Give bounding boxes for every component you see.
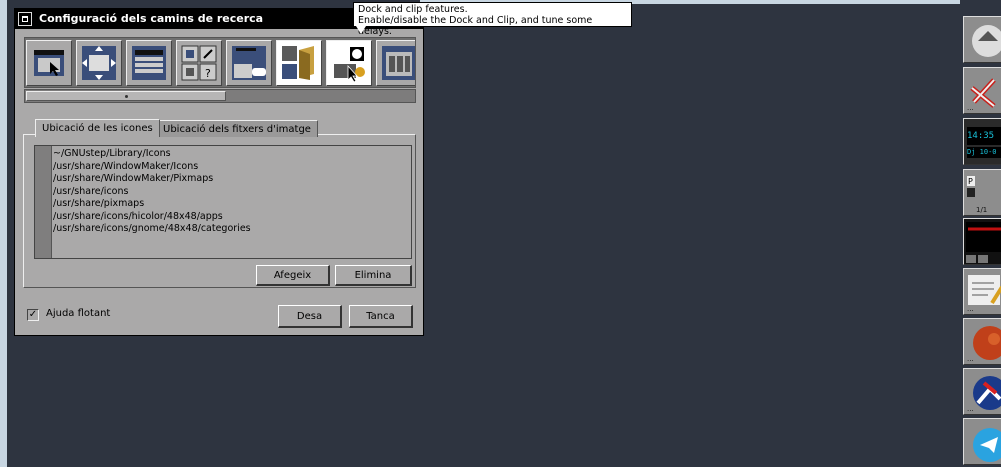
- list-item[interactable]: /usr/share/WindowMaker/Icons: [53, 161, 251, 174]
- editor-dock-icon[interactable]: ...: [963, 268, 1001, 315]
- balloon-help-label: Ajuda flotant: [46, 308, 111, 319]
- clock-date: Dj 10-0: [967, 147, 1001, 158]
- monitor-dock-icon[interactable]: [963, 218, 1001, 265]
- save-button[interactable]: Desa: [278, 305, 342, 328]
- tooltip-line-2: Enable/disable the Dock and Clip, and tu…: [358, 15, 593, 37]
- pager-label: 1/1: [976, 206, 988, 214]
- paths-list[interactable]: ~/GNUstep/Library/Icons /usr/share/Windo…: [34, 145, 412, 259]
- list-item[interactable]: /usr/share/WindowMaker/Pixmaps: [53, 173, 251, 186]
- preferences-window: Configuració dels camins de recerca ? Ub: [14, 8, 424, 336]
- icon-bar-scroller[interactable]: [24, 89, 416, 103]
- dock-app-icon[interactable]: [963, 16, 1001, 63]
- dock-clip-icon[interactable]: [326, 40, 372, 86]
- paths-list-scrollbar[interactable]: [35, 146, 52, 258]
- tooltip-pointer: [356, 26, 366, 34]
- list-item[interactable]: /usr/share/icons/gnome/48x48/categories: [53, 223, 251, 236]
- desktop-edge: [0, 0, 7, 467]
- svg-text:?: ?: [205, 67, 211, 80]
- tooltip-line-1: Dock and clip features.: [358, 4, 468, 15]
- window-title: Configuració dels camins de recerca: [39, 12, 264, 25]
- clock-dock-icon[interactable]: 14:35 Dj 10-0: [963, 118, 1001, 165]
- scroller-knob[interactable]: [26, 91, 226, 101]
- add-path-button[interactable]: Afegeix: [256, 265, 330, 286]
- window-handling-icon[interactable]: [26, 40, 72, 86]
- tab-icon-paths[interactable]: Ubicació de les icones: [35, 119, 160, 137]
- list-item[interactable]: /usr/share/icons: [53, 186, 251, 199]
- list-item[interactable]: /usr/share/pixmaps: [53, 198, 251, 211]
- preferences-icon-bar: ?: [24, 37, 416, 88]
- balloon-help-checkbox[interactable]: ✓: [27, 309, 39, 321]
- runner-dock-icon[interactable]: ...: [963, 368, 1001, 415]
- remove-path-button[interactable]: Elimina: [335, 265, 412, 286]
- tab-image-paths[interactable]: Ubicació dels fitxers d'imatge: [156, 120, 318, 137]
- icon-preferences-icon[interactable]: ?: [176, 40, 222, 86]
- pager-dock-icon[interactable]: P 1/1: [963, 169, 1001, 216]
- moon-dock-icon[interactable]: ...: [963, 318, 1001, 365]
- close-button[interactable]: Tanca: [349, 305, 413, 328]
- list-item[interactable]: /usr/share/icons/hicolor/48x48/apps: [53, 211, 251, 224]
- tooltip: Dock and clip features. Enable/disable t…: [353, 2, 632, 37]
- window-placement-icon[interactable]: [76, 40, 122, 86]
- menu-preferences-icon[interactable]: [126, 40, 172, 86]
- clock-time: 14:35: [967, 127, 1001, 145]
- search-paths-icon[interactable]: [276, 40, 322, 86]
- list-item[interactable]: ~/GNUstep/Library/Icons: [53, 148, 251, 161]
- miniaturize-button[interactable]: [18, 12, 32, 26]
- wmprefs-dock-icon[interactable]: ...: [963, 67, 1001, 114]
- svg-text:P: P: [968, 177, 973, 186]
- other-preferences-icon[interactable]: [376, 40, 415, 86]
- telegram-dock-icon[interactable]: [963, 418, 1001, 465]
- workspace-preferences-icon[interactable]: [226, 40, 272, 86]
